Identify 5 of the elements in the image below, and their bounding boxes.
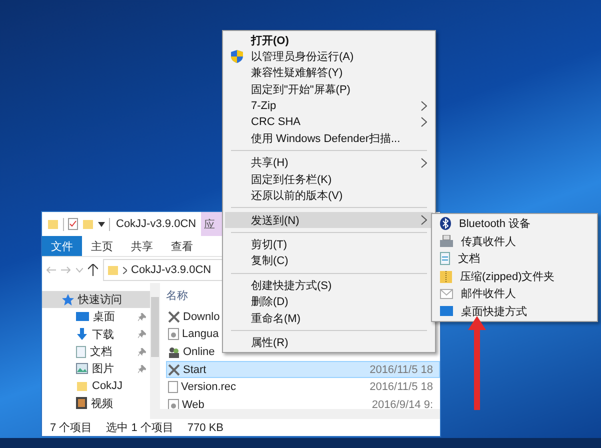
item-count: 7 个项目 (50, 421, 92, 435)
address-path: CokJJ-v3.9.0CN (131, 264, 212, 276)
selection-size: 770 KB (187, 422, 224, 434)
window-title: CokJJ-v3.9.0CN (116, 218, 196, 230)
selection-count: 选中 1 个项目 (106, 421, 174, 435)
